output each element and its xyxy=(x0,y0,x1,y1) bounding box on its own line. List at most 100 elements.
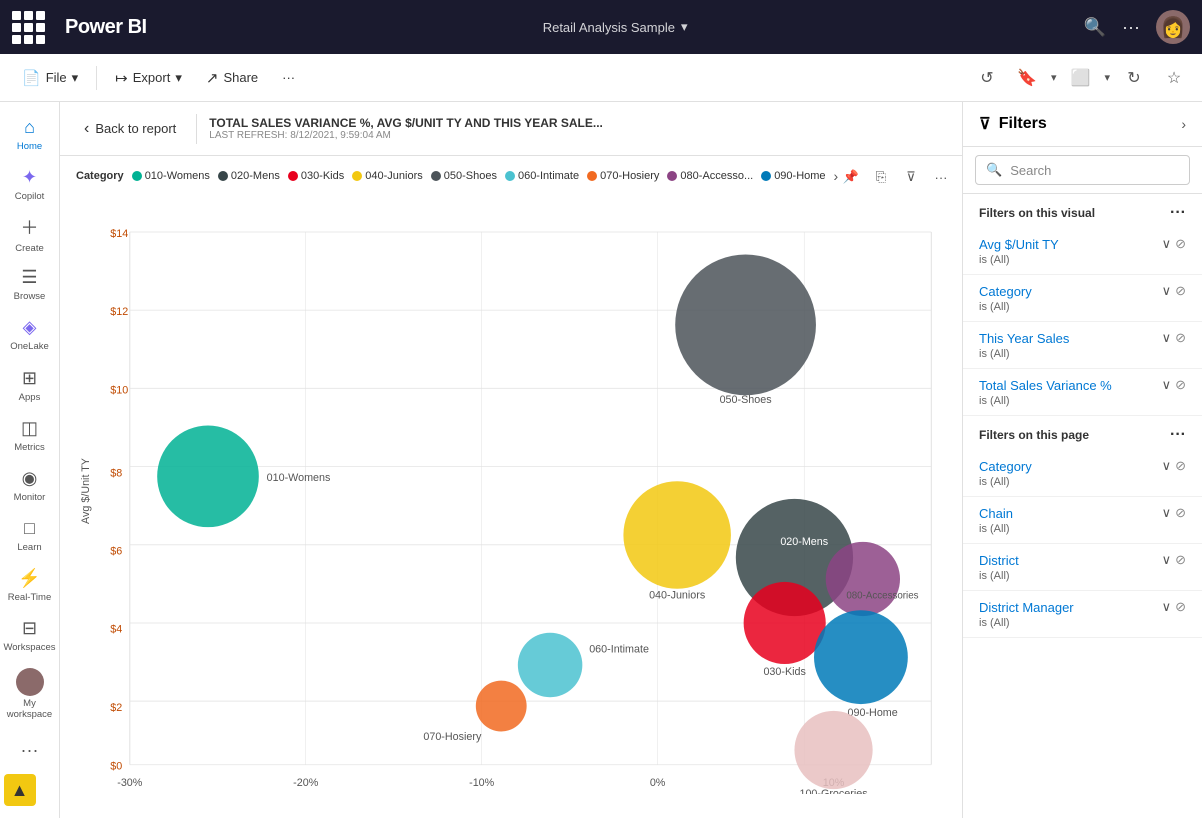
filter-avg-unit-ty: Avg $/Unit TY ∨ ⊘ is (All) xyxy=(963,228,1202,275)
sidebar: ⌂ Home ✦ Copilot ＋ Create ☰ Browse ◈ One… xyxy=(0,102,60,818)
topbar: Power BI Retail Analysis Sample ▾ 🔍 ··· … xyxy=(0,0,1202,54)
chart-legend: Category 010-Womens 020-Mens 030-Kids 04… xyxy=(68,164,954,188)
sidebar-item-monitor[interactable]: ◉ Monitor xyxy=(4,461,56,509)
sidebar-item-create[interactable]: ＋ Create xyxy=(4,210,56,258)
sidebar-item-learn[interactable]: □ Learn xyxy=(4,512,56,560)
y-tick-6: $6 xyxy=(110,546,122,558)
avatar[interactable]: 👩 xyxy=(1156,10,1190,44)
sidebar-item-home[interactable]: ⌂ Home xyxy=(4,110,56,158)
filter-avg-unit-ty-name[interactable]: Avg $/Unit TY xyxy=(979,237,1059,252)
filter-category-page-header: Category ∨ ⊘ xyxy=(979,458,1186,474)
sidebar-item-realtime[interactable]: ⚡ Real-Time xyxy=(4,562,56,610)
filter-this-year-sales-name[interactable]: This Year Sales xyxy=(979,331,1069,346)
filter-tys-clear[interactable]: ⊘ xyxy=(1175,330,1186,346)
filter-dm-chevron[interactable]: ∨ xyxy=(1162,599,1172,615)
cmd-separator-1 xyxy=(96,66,97,90)
bookmark-dropdown[interactable]: ▾ xyxy=(1051,71,1057,84)
filter-category-clear[interactable]: ⊘ xyxy=(1175,283,1186,299)
share-button[interactable]: ↗ Share xyxy=(196,64,268,92)
filter-avg-clear[interactable]: ⊘ xyxy=(1175,236,1186,252)
y-tick-14: $14 xyxy=(110,228,128,240)
more-cmd-button[interactable]: ··· xyxy=(272,65,305,90)
home-icon: ⌂ xyxy=(24,117,35,138)
filter-category-page: Category ∨ ⊘ is (All) xyxy=(963,450,1202,497)
bubble-label-juniors: 040-Juniors xyxy=(649,590,705,602)
more-options-icon[interactable]: ··· xyxy=(1122,17,1140,38)
sidebar-item-browse[interactable]: ☰ Browse xyxy=(4,261,56,309)
filter-search-area: 🔍 Search xyxy=(963,147,1202,194)
filter-category-page-name[interactable]: Category xyxy=(979,459,1032,474)
y-tick-0: $0 xyxy=(110,761,122,773)
filter-icon[interactable]: ⊽ xyxy=(898,164,924,190)
bookmark-icon[interactable]: 🔖 xyxy=(1011,62,1043,94)
sidebar-item-onelake[interactable]: ◈ OneLake xyxy=(4,311,56,359)
bubble-shoes[interactable] xyxy=(675,254,816,395)
bubble-home[interactable] xyxy=(814,610,908,704)
share-label: Share xyxy=(223,70,258,85)
filters-on-visual-more[interactable]: ··· xyxy=(1170,204,1186,222)
bubble-kids[interactable] xyxy=(744,582,826,664)
view-dropdown[interactable]: ▾ xyxy=(1104,71,1110,84)
export-button[interactable]: ↦ Export ▾ xyxy=(105,64,192,92)
filter-chain-chevron[interactable]: ∨ xyxy=(1162,505,1172,521)
report-title-dropdown[interactable]: ▾ xyxy=(681,19,688,35)
sidebar-bottom: My workspace ··· ▲ xyxy=(4,662,56,818)
sidebar-item-workspace[interactable]: My workspace xyxy=(4,662,56,726)
filters-title-text: Filters xyxy=(999,115,1047,133)
metrics-icon: ◫ xyxy=(21,418,38,439)
bubble-intimate[interactable] xyxy=(518,633,583,698)
filters-on-page-more[interactable]: ··· xyxy=(1170,426,1186,444)
filter-category-visual-name[interactable]: Category xyxy=(979,284,1032,299)
filter-search-box[interactable]: 🔍 Search xyxy=(975,155,1190,185)
filter-dm-clear[interactable]: ⊘ xyxy=(1175,599,1186,615)
filter-chain-clear[interactable]: ⊘ xyxy=(1175,505,1186,521)
filter-tsv-chevron[interactable]: ∨ xyxy=(1162,377,1172,393)
bubble-label-kids: 030-Kids xyxy=(763,666,805,678)
filter-chain-name[interactable]: Chain xyxy=(979,506,1013,521)
sidebar-item-workspaces[interactable]: ⊟ Workspaces xyxy=(4,612,56,660)
view-icon[interactable]: ⬜ xyxy=(1064,62,1096,94)
visual-more-icon[interactable]: ··· xyxy=(928,164,954,190)
export-dropdown-icon: ▾ xyxy=(175,70,182,86)
undo-icon[interactable]: ↺ xyxy=(971,62,1003,94)
sidebar-item-metrics[interactable]: ◫ Metrics xyxy=(4,411,56,459)
app-logo: Power BI xyxy=(65,16,147,39)
app-grid-icon[interactable] xyxy=(12,11,45,44)
legend-label-intimate: 060-Intimate xyxy=(518,170,579,182)
pin-icon[interactable]: 📌 xyxy=(838,164,864,190)
filter-tys-chevron[interactable]: ∨ xyxy=(1162,330,1172,346)
sidebar-item-apps[interactable]: ⊞ Apps xyxy=(4,361,56,409)
filter-cat-page-clear[interactable]: ⊘ xyxy=(1175,458,1186,474)
filter-cat-page-chevron[interactable]: ∨ xyxy=(1162,458,1172,474)
bubble-juniors[interactable] xyxy=(623,481,731,589)
filter-total-sales-variance-name[interactable]: Total Sales Variance % xyxy=(979,378,1112,393)
bubble-label-mens: 020-Mens xyxy=(780,536,828,548)
search-icon[interactable]: 🔍 xyxy=(1084,17,1106,38)
bubble-hosiery[interactable] xyxy=(476,681,527,732)
filter-district-manager-name[interactable]: District Manager xyxy=(979,600,1074,615)
bubble-groceries[interactable] xyxy=(794,711,872,789)
legend-item-accessories: 080-Accesso... xyxy=(667,170,753,182)
filter-category-chevron[interactable]: ∨ xyxy=(1162,283,1172,299)
sidebar-more-button[interactable]: ··· xyxy=(4,734,56,766)
favorite-icon[interactable]: ☆ xyxy=(1158,62,1190,94)
onelake-label: OneLake xyxy=(10,341,49,352)
filter-district-chevron[interactable]: ∨ xyxy=(1162,552,1172,568)
copy-icon[interactable]: ⎘ xyxy=(868,164,894,190)
filter-district-header: District ∨ ⊘ xyxy=(979,552,1186,568)
sidebar-item-copilot[interactable]: ✦ Copilot xyxy=(4,160,56,208)
filters-expand-icon[interactable]: › xyxy=(1181,116,1186,132)
bubble-accessories[interactable] xyxy=(826,542,900,616)
filter-avg-unit-ty-actions: ∨ ⊘ xyxy=(1162,236,1186,252)
filter-district-name[interactable]: District xyxy=(979,553,1019,568)
filters-on-page-section: Filters on this page ··· xyxy=(963,416,1202,450)
filter-avg-chevron[interactable]: ∨ xyxy=(1162,236,1172,252)
filter-tsv-clear[interactable]: ⊘ xyxy=(1175,377,1186,393)
create-icon: ＋ xyxy=(21,214,39,240)
learn-label: Learn xyxy=(17,542,41,553)
filter-district-clear[interactable]: ⊘ xyxy=(1175,552,1186,568)
file-button[interactable]: 📄 File ▾ xyxy=(12,64,88,92)
bubble-womens[interactable] xyxy=(157,426,259,528)
refresh-icon[interactable]: ↻ xyxy=(1118,62,1150,94)
back-to-report-button[interactable]: ‹ Back to report xyxy=(76,115,184,143)
